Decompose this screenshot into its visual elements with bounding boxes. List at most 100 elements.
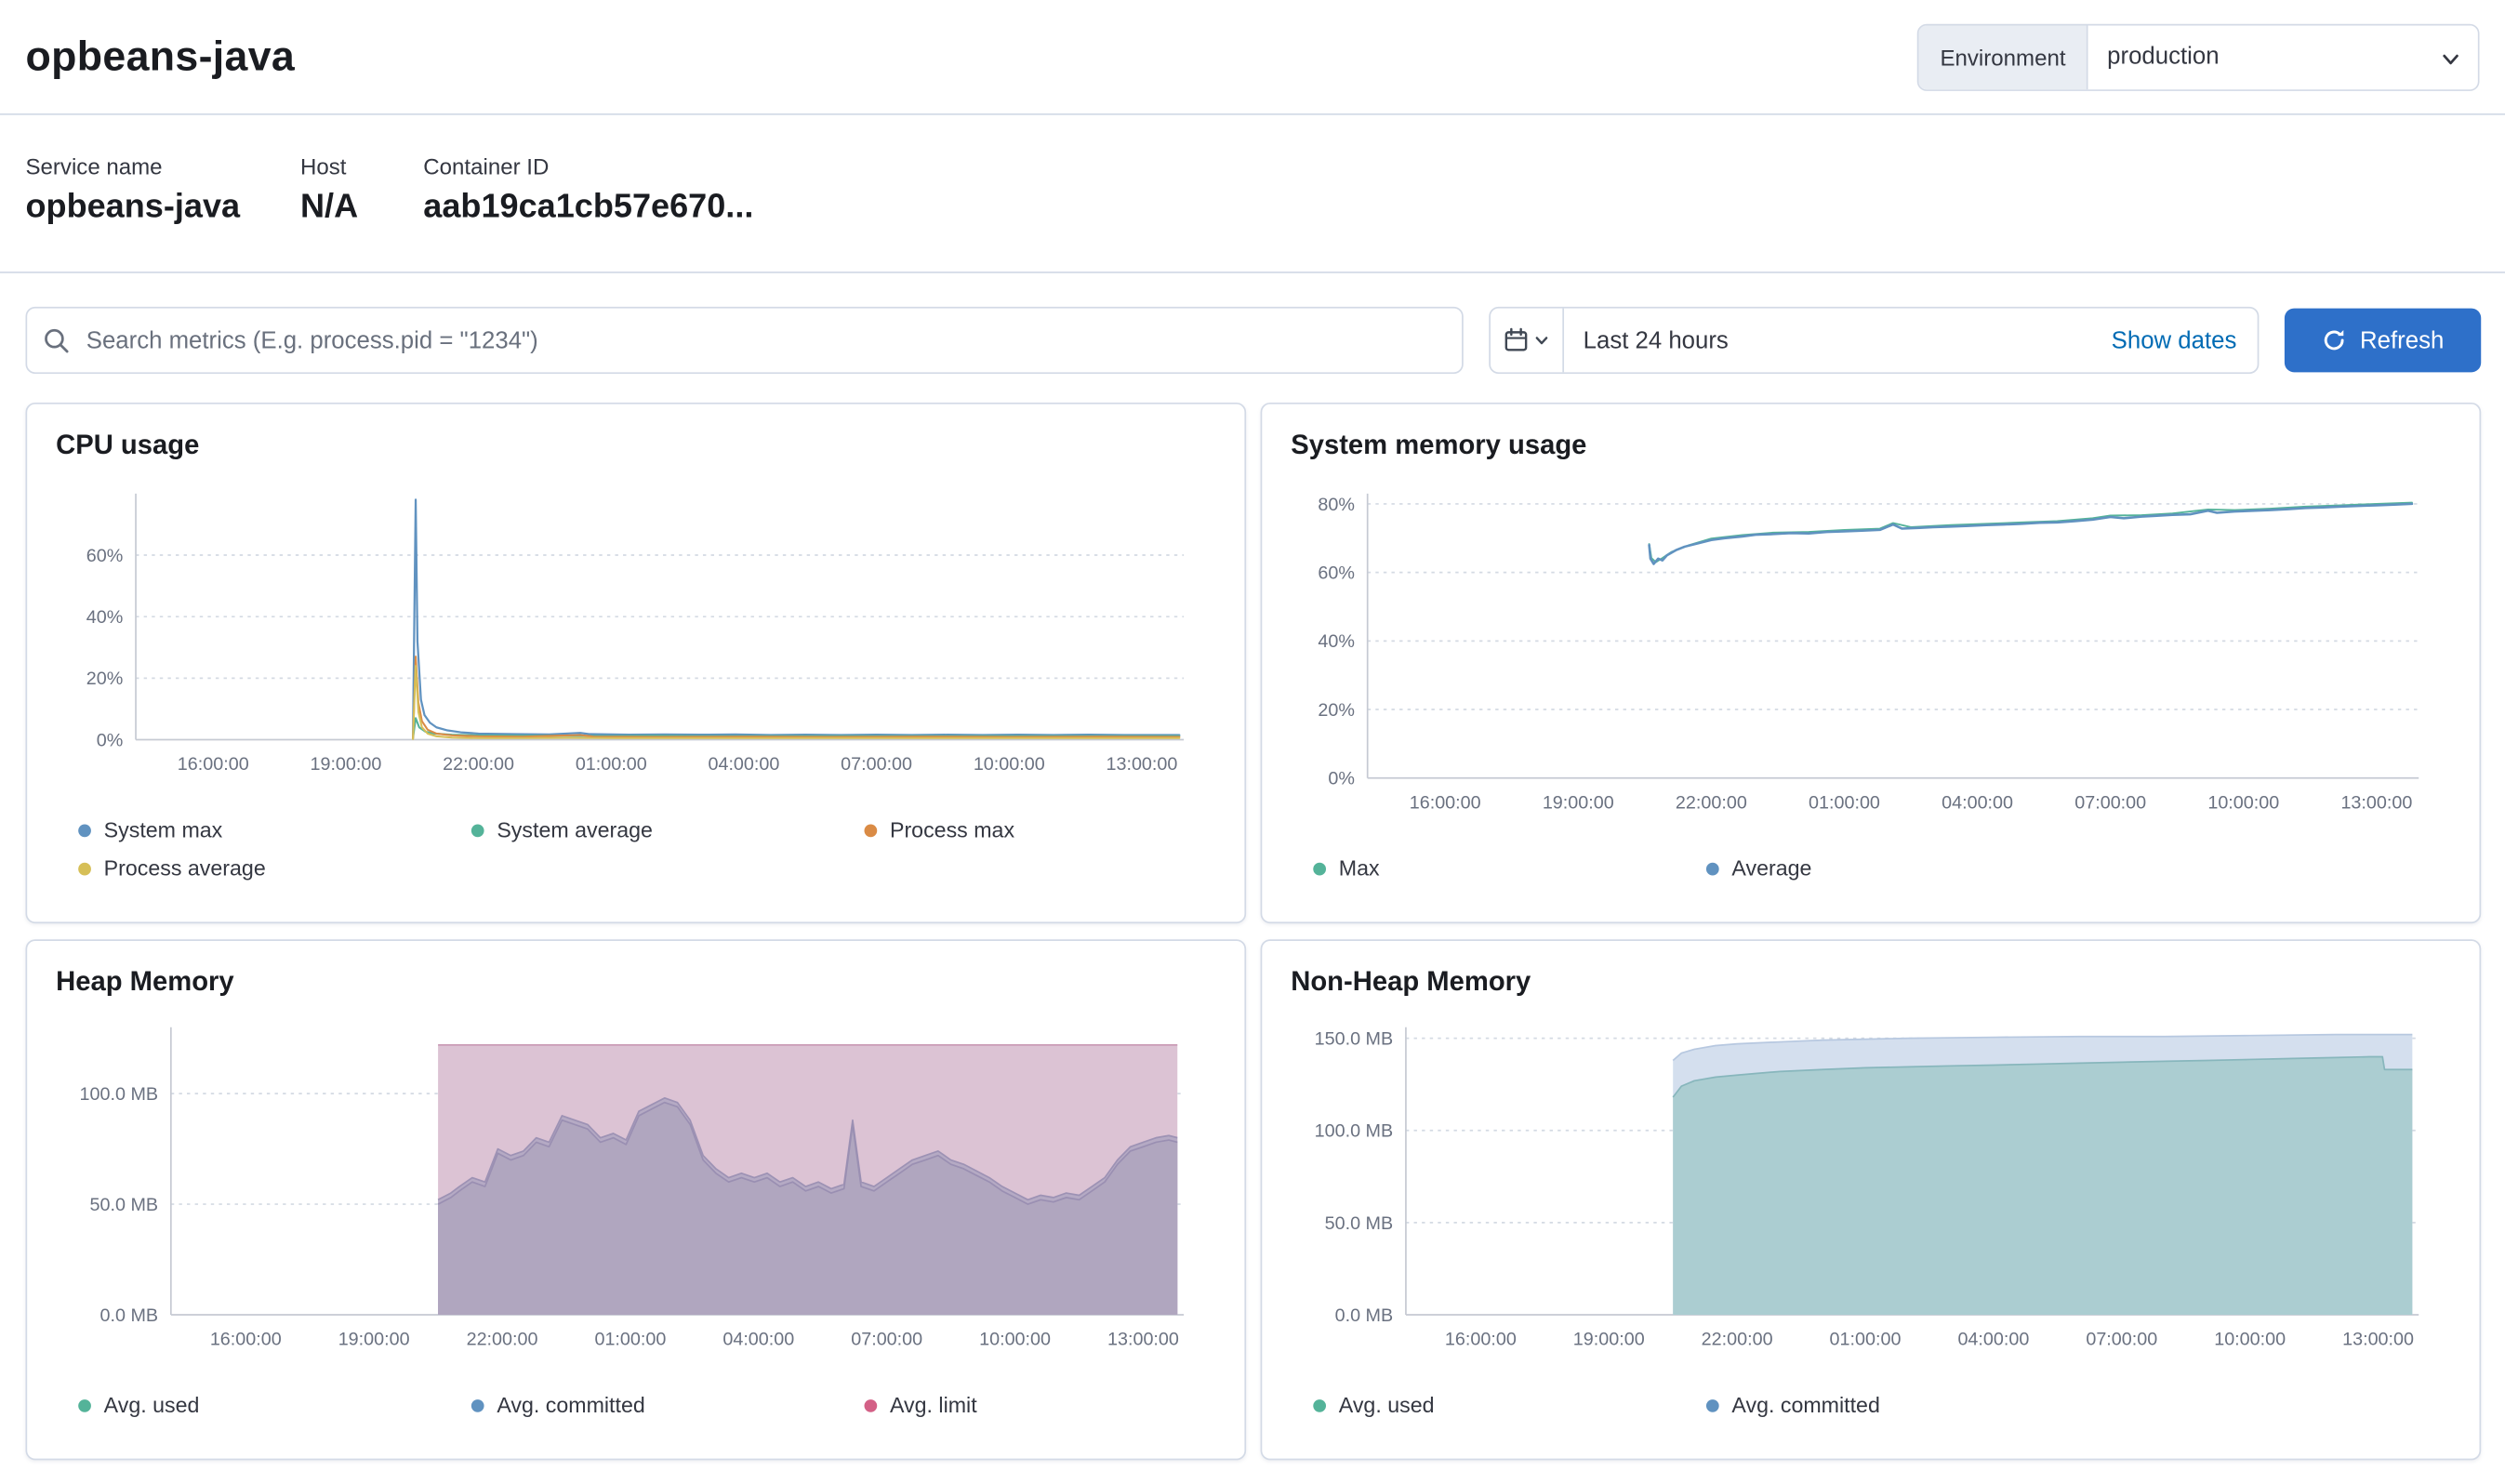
panel-title: Heap Memory: [56, 966, 1215, 998]
series-System average: [413, 718, 1179, 738]
svg-text:0%: 0%: [97, 730, 124, 750]
search-icon: [43, 326, 70, 353]
stat-service-name: Service name opbeans-java: [25, 153, 300, 227]
svg-text:19:00:00: 19:00:00: [338, 1330, 410, 1350]
svg-text:07:00:00: 07:00:00: [841, 754, 912, 775]
service-info-bar: Service name opbeans-java Host N/A Conta…: [0, 115, 2505, 273]
svg-text:16:00:00: 16:00:00: [210, 1330, 282, 1350]
legend-item[interactable]: Avg. committed: [471, 1393, 865, 1417]
svg-text:04:00:00: 04:00:00: [1957, 1330, 2029, 1350]
panel-title: Non-Heap Memory: [1291, 966, 2450, 998]
series-System max: [413, 499, 1179, 736]
environment-value: production: [2107, 43, 2219, 70]
svg-text:19:00:00: 19:00:00: [310, 754, 381, 775]
legend-label: Avg. limit: [890, 1393, 977, 1417]
metrics-controls: Last 24 hours Show dates Refresh: [25, 307, 2481, 374]
svg-text:10:00:00: 10:00:00: [979, 1330, 1051, 1350]
legend-item[interactable]: Process average: [78, 856, 471, 881]
legend-dot-icon: [1706, 862, 1719, 875]
show-dates-link[interactable]: Show dates: [2112, 326, 2258, 353]
chevron-down-icon: [1533, 332, 1549, 348]
svg-text:150.0 MB: 150.0 MB: [1315, 1029, 1394, 1050]
legend-label: Process average: [104, 856, 266, 881]
svg-text:0.0 MB: 0.0 MB: [1335, 1305, 1394, 1326]
svg-text:22:00:00: 22:00:00: [443, 754, 514, 775]
non-heap-memory-legend: Avg. used Avg. committed: [1313, 1393, 2450, 1417]
series-Avg. used: [1673, 1057, 2412, 1315]
heap-memory-chart: 0.0 MB50.0 MB100.0 MB16:00:0019:00:0022:…: [56, 1012, 1199, 1363]
stat-label: Container ID: [423, 153, 753, 179]
app-root: opbeans-java Environment production Serv…: [0, 0, 2505, 1484]
environment-select[interactable]: production: [2088, 25, 2478, 89]
legend-dot-icon: [78, 1398, 91, 1411]
legend-item[interactable]: System max: [78, 818, 471, 842]
legend-dot-icon: [864, 824, 877, 837]
stat-value: opbeans-java: [25, 189, 300, 227]
svg-text:01:00:00: 01:00:00: [576, 754, 647, 775]
legend-label: Avg. committed: [497, 1393, 644, 1417]
legend-dot-icon: [471, 1398, 484, 1411]
calendar-button[interactable]: [1491, 309, 1564, 373]
svg-text:19:00:00: 19:00:00: [1543, 792, 1614, 813]
svg-text:16:00:00: 16:00:00: [178, 754, 249, 775]
cpu-usage-legend: System maxSystem average Process max Proce…: [78, 818, 1215, 881]
svg-text:10:00:00: 10:00:00: [2214, 1330, 2286, 1350]
legend-item[interactable]: Max: [1313, 856, 1706, 881]
legend-item[interactable]: Average: [1706, 856, 2100, 881]
legend-item[interactable]: Avg. committed: [1706, 1393, 2100, 1417]
page-header: opbeans-java Environment production: [0, 0, 2505, 115]
svg-text:60%: 60%: [1318, 563, 1355, 584]
panel-title: System memory usage: [1291, 430, 2450, 461]
legend-label: Avg. used: [1339, 1393, 1435, 1417]
svg-text:16:00:00: 16:00:00: [1445, 1330, 1517, 1350]
stat-label: Service name: [25, 153, 300, 179]
svg-text:60%: 60%: [86, 546, 124, 566]
legend-label: Max: [1339, 856, 1380, 881]
legend-item[interactable]: Avg. limit: [864, 1393, 1222, 1417]
refresh-label: Refresh: [2360, 326, 2444, 353]
svg-text:04:00:00: 04:00:00: [722, 1330, 794, 1350]
time-range-label[interactable]: Last 24 hours: [1564, 326, 2112, 353]
svg-text:50.0 MB: 50.0 MB: [90, 1195, 159, 1215]
svg-text:01:00:00: 01:00:00: [594, 1330, 666, 1350]
legend-dot-icon: [78, 862, 91, 875]
svg-text:13:00:00: 13:00:00: [2340, 792, 2412, 813]
legend-item[interactable]: System average: [471, 818, 865, 842]
non-heap-memory-panel: Non-Heap Memory 0.0 MB 50.0 MB 100.0 MB 150…: [1261, 939, 2482, 1460]
svg-text:19:00:00: 19:00:00: [1573, 1330, 1645, 1350]
legend-item[interactable]: Avg. used: [1313, 1393, 1706, 1417]
legend-label: Avg. committed: [1731, 1393, 1879, 1417]
svg-text:01:00:00: 01:00:00: [1809, 792, 1880, 813]
svg-text:04:00:00: 04:00:00: [708, 754, 779, 775]
svg-text:40%: 40%: [86, 607, 124, 628]
svg-text:16:00:00: 16:00:00: [1410, 792, 1481, 813]
svg-text:100.0 MB: 100.0 MB: [1315, 1121, 1394, 1142]
date-picker: Last 24 hours Show dates: [1489, 307, 2259, 374]
svg-text:22:00:00: 22:00:00: [1676, 792, 1747, 813]
metrics-search[interactable]: [25, 307, 1463, 374]
legend-item[interactable]: Process max: [864, 818, 1222, 842]
system-memory-chart: 0%20%40%60%80%16:00:0019:00:0022:00:0001…: [1291, 474, 2434, 826]
refresh-button[interactable]: Refresh: [2285, 309, 2481, 373]
svg-text:10:00:00: 10:00:00: [2207, 792, 2279, 813]
svg-text:04:00:00: 04:00:00: [1942, 792, 2013, 813]
stat-value: aab19ca1cb57e670...: [423, 189, 753, 227]
stat-value: N/A: [300, 189, 423, 227]
svg-text:07:00:00: 07:00:00: [2074, 792, 2146, 813]
svg-text:50.0 MB: 50.0 MB: [1325, 1213, 1394, 1234]
svg-text:80%: 80%: [1318, 495, 1355, 515]
environment-label: Environment: [1919, 25, 2088, 89]
series-Process max: [413, 656, 1179, 738]
search-input[interactable]: [83, 325, 1446, 356]
system-memory-panel: System memory usage 0%20%40%60%80%16:00:…: [1261, 403, 2482, 923]
svg-text:100.0 MB: 100.0 MB: [80, 1084, 159, 1105]
legend-label: Process max: [890, 818, 1014, 842]
svg-text:07:00:00: 07:00:00: [2086, 1330, 2157, 1350]
page-title: opbeans-java: [25, 32, 295, 81]
svg-text:22:00:00: 22:00:00: [1702, 1330, 1773, 1350]
charts-grid: CPU usage 0%20%40%60%16:00:0019:00:0022:…: [25, 403, 2481, 1460]
legend-dot-icon: [1313, 1398, 1326, 1411]
legend-dot-icon: [864, 1398, 877, 1411]
legend-item[interactable]: Avg. used: [78, 1393, 471, 1417]
non-heap-memory-chart: 0.0 MB 50.0 MB 100.0 MB 150.0 MB 16:00:00 19:…: [1291, 1012, 2434, 1363]
